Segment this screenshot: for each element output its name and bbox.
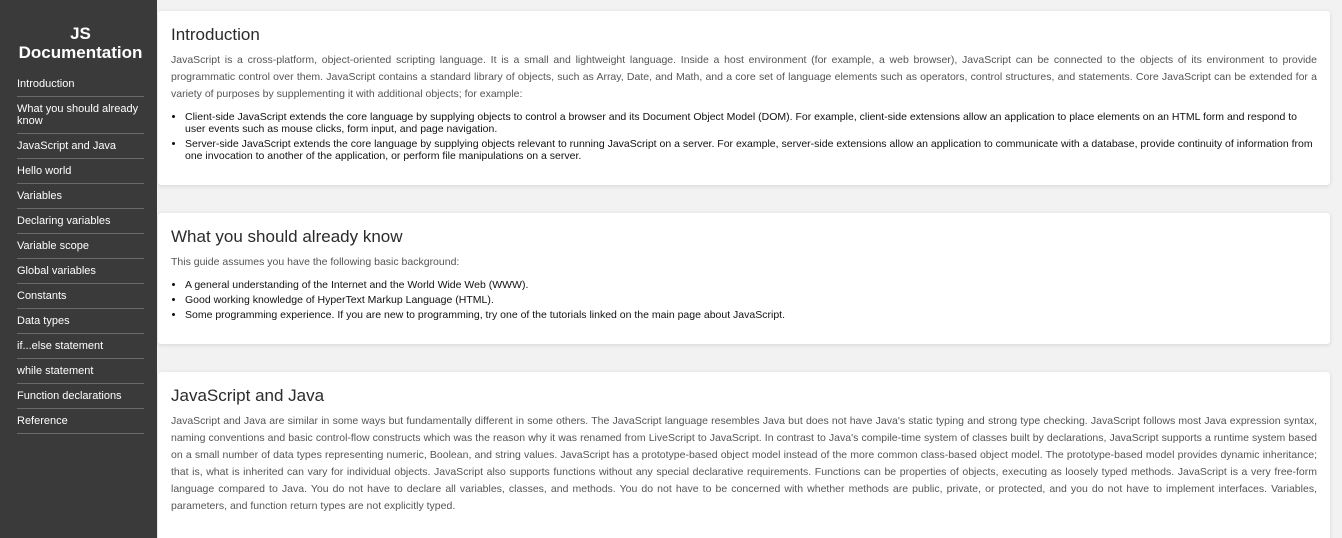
nav-link-variable-scope[interactable]: Variable scope bbox=[17, 234, 144, 259]
navbar: JS Documentation Introduction What you s… bbox=[0, 0, 157, 538]
list-item: Good working knowledge of HyperText Mark… bbox=[185, 294, 1317, 306]
nav-link-reference[interactable]: Reference bbox=[17, 409, 144, 434]
section-what-you-should-already-know: What you should already know This guide … bbox=[158, 213, 1330, 344]
nav-link-declaring-variables[interactable]: Declaring variables bbox=[17, 209, 144, 234]
section-javascript-and-java: JavaScript and Java JavaScript and Java … bbox=[158, 372, 1330, 538]
main-doc: Introduction JavaScript is a cross-platf… bbox=[157, 0, 1342, 538]
nav-link-while-statement[interactable]: while statement bbox=[17, 359, 144, 384]
nav-link-introduction[interactable]: Introduction bbox=[17, 72, 144, 97]
nav-link-if-else-statement[interactable]: if...else statement bbox=[17, 334, 144, 359]
nav-link-function-declarations[interactable]: Function declarations bbox=[17, 384, 144, 409]
bullet-list: A general understanding of the Internet … bbox=[171, 279, 1317, 321]
nav-link-data-types[interactable]: Data types bbox=[17, 309, 144, 334]
list-item: Client-side JavaScript extends the core … bbox=[185, 111, 1317, 135]
nav-link-javascript-and-java[interactable]: JavaScript and Java bbox=[17, 134, 144, 159]
nav-link-what-you-should-already-know[interactable]: What you should already know bbox=[17, 97, 144, 134]
section-paragraph: JavaScript and Java are similar in some … bbox=[171, 415, 1317, 512]
section-introduction: Introduction JavaScript is a cross-platf… bbox=[158, 11, 1330, 185]
nav-link-global-variables[interactable]: Global variables bbox=[17, 259, 144, 284]
nav-link-variables[interactable]: Variables bbox=[17, 184, 144, 209]
section-paragraph: This guide assumes you have the followin… bbox=[171, 256, 460, 268]
section-title: What you should already know bbox=[171, 227, 403, 246]
section-paragraph: JavaScript is a cross-platform, object-o… bbox=[171, 54, 1317, 100]
bullet-list: Client-side JavaScript extends the core … bbox=[171, 111, 1317, 162]
section-title: JavaScript and Java bbox=[171, 386, 325, 405]
nav-link-hello-world[interactable]: Hello world bbox=[17, 159, 144, 184]
nav-link-constants[interactable]: Constants bbox=[17, 284, 144, 309]
list-item: A general understanding of the Internet … bbox=[185, 279, 1317, 291]
section-title: Introduction bbox=[171, 25, 260, 44]
list-item: Some programming experience. If you are … bbox=[185, 309, 1317, 321]
navbar-title: JS Documentation bbox=[18, 24, 143, 62]
list-item: Server-side JavaScript extends the core … bbox=[185, 138, 1317, 162]
